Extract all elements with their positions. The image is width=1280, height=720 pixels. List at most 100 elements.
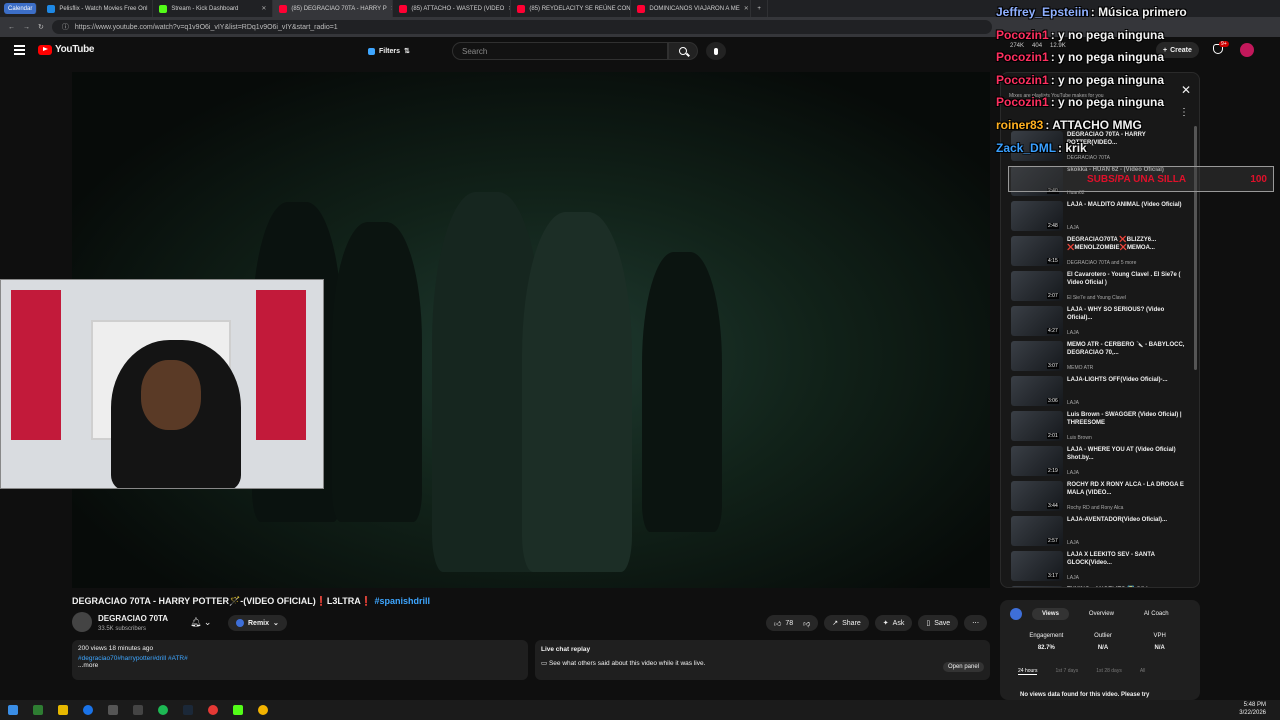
channel-name[interactable]: DEGRACIAO 70TA [98, 614, 168, 623]
share-button[interactable]: ↗ Share [824, 615, 869, 631]
tab-kick-dashboard[interactable]: Stream - Kick Dashboard ✕ [153, 0, 274, 17]
playlist-item-channel: DEGRACIAO 70TA and 5 more [1067, 260, 1137, 266]
chat-text: y no pega ninguna [1058, 50, 1165, 65]
subs-goal-text: SUBS/PA UNA SILLA [1087, 174, 1187, 185]
chat-separator: : [1050, 50, 1059, 65]
new-tab-button[interactable]: + [751, 0, 768, 17]
playlist-item-title: LAJA-AVENTADOR(Video Oficial)... [1067, 517, 1168, 523]
logo-text: YouTube [55, 44, 95, 55]
description-hashtags[interactable]: #degraciao70#harrypotter#drill #ATR# [78, 655, 522, 662]
playlist-item-title: DEGRACIAO70TA ❌BLIZZY6... ❌MENOLZOMBIE❌M… [1067, 237, 1157, 252]
curtain [11, 290, 61, 440]
tab-views[interactable]: Views [1032, 608, 1069, 620]
playlist-item[interactable]: 2:07 El Cavarotero - Young Clavel . El Si… [1011, 271, 1196, 305]
tab-favicon [279, 4, 288, 13]
tab-ai-coach[interactable]: AI Coach [1134, 608, 1179, 620]
tab-label: (85) ATTACHO - WASTED (VIDEO [411, 5, 505, 12]
playlist-item[interactable]: TYKING - ANGELITO 😇 (Video [1011, 586, 1196, 587]
close-icon[interactable]: ✕ [744, 5, 749, 12]
playlist-item-channel: LAJA [1067, 400, 1079, 406]
video-title-hashtag[interactable]: #spanishdrill [374, 596, 430, 606]
chat-message: roiner83: ATTACHO MMG [996, 119, 1196, 142]
bookmark-icon: ▯ [926, 620, 931, 627]
playlist-item[interactable]: 3:44 ROCHY RD X RONY ALCA - LA DROGA E MA… [1011, 481, 1196, 515]
more-actions-button[interactable]: ⋯ [964, 615, 988, 631]
tab-label: Stream - Kick Dashboard [171, 5, 239, 12]
tab-degraciao[interactable]: (85) DEGRACIAO 70TA - HARRY P✕ [273, 0, 394, 17]
reload-icon[interactable]: ↻ [38, 23, 44, 31]
period-28d[interactable]: 1st 28 days [1096, 668, 1122, 675]
filters-button[interactable]: Filters ⇅ [362, 44, 416, 58]
obs-icon[interactable] [208, 705, 218, 715]
tab-calendar[interactable]: Calendar [4, 3, 38, 14]
chat-text: ATTACHO MMG [1052, 117, 1142, 132]
tab-dominicanos[interactable]: DOMINICANOS VIAJARON A ME ✕ [631, 0, 752, 17]
video-duration: 3:06 [1047, 398, 1059, 404]
playlist-item-title: LAJA - WHY SO SERIOUS? (Video Oficial)..… [1067, 307, 1165, 322]
file-explorer-icon[interactable] [58, 705, 68, 715]
forward-icon[interactable]: → [23, 24, 30, 31]
url-field[interactable]: ⓘ https://www.youtube.com/watch?v=q1v9O6… [51, 20, 992, 34]
chat-message: Zack_DML: krik [996, 142, 1196, 165]
tab-overview[interactable]: Overview [1079, 608, 1124, 620]
chat-username: Jeffrey_Epsteiin [996, 5, 1089, 19]
video-title: DEGRACIAO 70TA - HARRY POTTER🪄-(VIDEO OF… [72, 596, 430, 607]
playlist-item[interactable]: 3:06 LAJA-LIGHTS OFF(Video Oficial)-... LA… [1011, 376, 1196, 410]
youtube-logo[interactable]: YouTube [38, 44, 95, 55]
spreadsheet-app-icon[interactable] [33, 705, 43, 715]
like-button[interactable]: 👍︎ 78 👎︎ [766, 615, 819, 631]
video-thumbnail[interactable] [1011, 586, 1063, 587]
playlist-item-title: LAJA - WHERE YOU AT (Video Oficial) Shot… [1067, 447, 1176, 462]
period-all[interactable]: All [1140, 668, 1146, 675]
tab-attacho[interactable]: (85) ATTACHO - WASTED (VIDEO✕ [393, 0, 512, 17]
open-panel-button[interactable]: Open panel [942, 662, 984, 672]
tab-reydelacity[interactable]: (85) REYDELACITY SE REÚNE CON✕ [511, 0, 632, 17]
playlist-item-channel: LAJA [1067, 540, 1079, 546]
back-icon[interactable]: ← [8, 24, 15, 31]
playlist-item[interactable]: 2:48 LAJA - MALDITO ANIMAL (Video Oficial… [1011, 201, 1196, 235]
ask-button[interactable]: ✦ Ask [874, 615, 913, 631]
app-icon[interactable] [108, 705, 118, 715]
playlist-item[interactable]: 2:57 LAJA-AVENTADOR(Video Oficial)... LAJA [1011, 516, 1196, 550]
avatar[interactable] [1240, 43, 1254, 57]
playlist-item[interactable]: 4:27 LAJA - WHY SO SERIOUS? (Video Oficia… [1011, 306, 1196, 340]
browser-edge-icon[interactable] [83, 705, 93, 715]
kick-icon[interactable] [233, 705, 243, 715]
playlist-item[interactable]: 2:01 Luis Brown - SWAGGER (Video Oficial)… [1011, 411, 1196, 445]
subscription-bell-icon[interactable]: 🔔︎ ⌄ [190, 617, 211, 628]
playlist-item-channel: El Sie7e and Young Clavel [1067, 295, 1126, 301]
playlist-item[interactable]: 2:19 LAJA - WHERE YOU AT (Video Oficial) … [1011, 446, 1196, 480]
chat-text: y no pega ninguna [1058, 27, 1165, 42]
hamburger-menu-icon[interactable] [14, 45, 25, 55]
start-menu-icon[interactable] [8, 705, 18, 715]
period-7d[interactable]: 1st 7 days [1055, 668, 1078, 675]
video-actions: 👍︎ 78 👎︎ ↗ Share ✦ Ask ▯ Save ⋯ [766, 615, 988, 631]
tab-favicon [399, 4, 408, 13]
search-button[interactable] [668, 42, 698, 60]
voice-search-button[interactable] [706, 42, 726, 60]
metric-values: 82.7% N/A N/A [1018, 645, 1188, 651]
steam-icon[interactable] [183, 705, 193, 715]
pen-app-icon[interactable] [133, 705, 143, 715]
thumbs-down-icon[interactable]: 👎︎ [803, 619, 810, 628]
remix-button[interactable]: Remix ⌄ [228, 615, 287, 631]
live-chat-title: Live chat replay [541, 646, 591, 653]
tab-pelisflix[interactable]: Pelisflix - Watch Movies Free Onl✕ [41, 0, 154, 17]
description-box[interactable]: 200 views 18 minutes ago #degraciao70#ha… [72, 640, 528, 680]
close-icon[interactable]: ✕ [261, 5, 266, 12]
system-clock[interactable]: 5:48 PM 3/22/2026 [1239, 702, 1266, 718]
playlist-item[interactable]: 3:17 LAJA X LEEKITO SEV - SANTA GLOCK(Vid… [1011, 551, 1196, 585]
spotify-icon[interactable] [158, 705, 168, 715]
stream-chat-overlay: Jeffrey_Epsteiin: Música primero Pocozin1… [996, 6, 1196, 164]
playlist-item[interactable]: 4:15 DEGRACIAO70TA ❌BLIZZY6... ❌MENOLZOMB… [1011, 236, 1196, 270]
playlist-item[interactable]: 3:07 MEMO ATR - CERBERO 🔪 - BABYLOCC, DEG… [1011, 341, 1196, 375]
site-info-icon[interactable]: ⓘ [62, 22, 69, 32]
show-more-link[interactable]: ...more [78, 662, 522, 669]
period-24h[interactable]: 24 hours [1018, 668, 1038, 675]
search-input[interactable]: Search [452, 42, 668, 60]
channel-avatar[interactable] [72, 612, 92, 632]
save-button[interactable]: ▯ Save [918, 615, 959, 631]
sparkle-icon: ✦ [882, 620, 889, 627]
chrome-icon[interactable] [258, 705, 268, 715]
playlist-item-channel: LAJA [1067, 330, 1079, 336]
